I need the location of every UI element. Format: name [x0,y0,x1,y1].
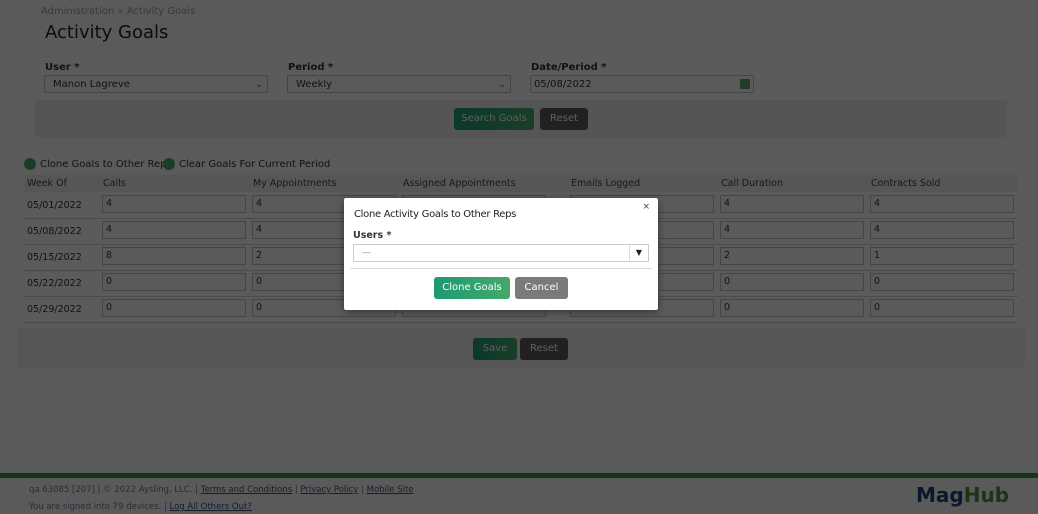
dialog-title: Clone Activity Goals to Other Reps [354,209,517,220]
clone-goals-dialog: Clone Activity Goals to Other Reps × Use… [344,198,658,310]
users-select-value: — [362,248,371,258]
close-icon[interactable]: × [642,202,650,212]
clone-goals-button[interactable]: Clone Goals [434,277,510,299]
users-label: Users * [353,230,392,241]
dialog-divider [350,268,652,269]
caret-down-icon[interactable]: ▼ [629,245,648,261]
users-select[interactable]: — ▼ [353,244,649,262]
cancel-button[interactable]: Cancel [515,277,568,299]
